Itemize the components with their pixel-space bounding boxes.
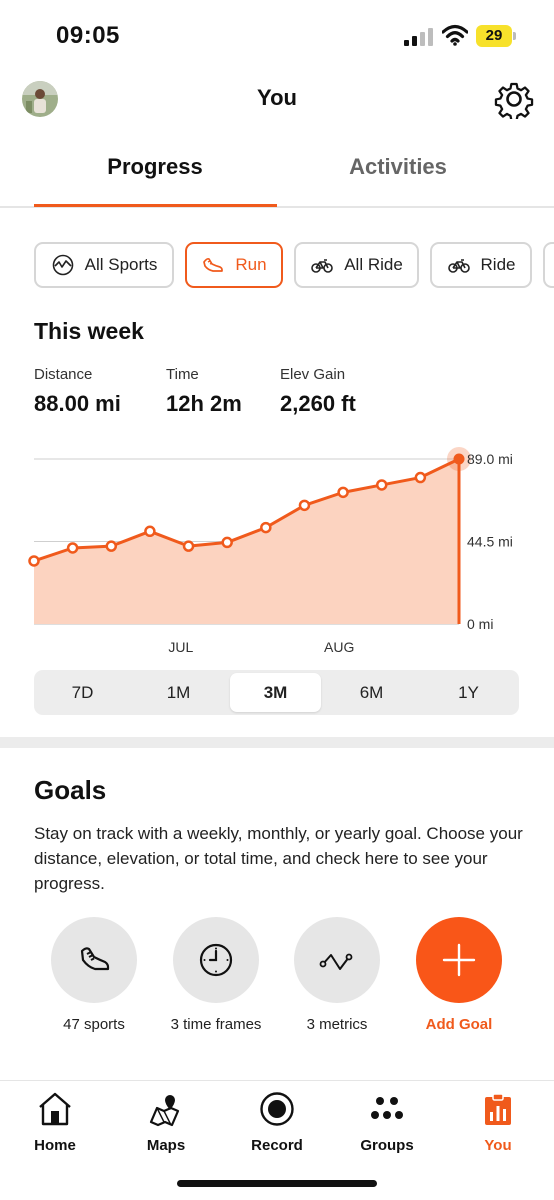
chart-x-tick-label: JUL bbox=[168, 639, 193, 655]
range-1y[interactable]: 1Y bbox=[420, 670, 517, 715]
chart-point bbox=[298, 499, 311, 512]
add-goal-button[interactable]: Add Goal bbox=[404, 917, 514, 1033]
nav-label: Maps bbox=[146, 1137, 186, 1154]
filter-label: All Sports bbox=[84, 255, 158, 274]
tab-activities[interactable]: Activities bbox=[277, 140, 519, 206]
shoe-icon bbox=[80, 947, 110, 971]
chart-y-tick-label: 44.5 mi bbox=[467, 534, 513, 550]
filter-ride[interactable]: Ride bbox=[430, 242, 532, 288]
chart-y-tick-label: 0 mi bbox=[467, 616, 493, 632]
chart-point bbox=[66, 542, 79, 554]
bike-icon bbox=[447, 259, 470, 273]
add-goal-label: Add Goal bbox=[425, 1016, 493, 1033]
section-title-this-week: This week bbox=[34, 318, 144, 344]
map-icon bbox=[149, 1095, 180, 1127]
groups-icon bbox=[371, 1097, 403, 1119]
chart-point bbox=[144, 525, 156, 538]
stat-label: Time bbox=[166, 366, 199, 383]
filter-label: Run bbox=[235, 255, 267, 274]
nav-maps[interactable]: Maps bbox=[121, 1091, 211, 1154]
home-indicator bbox=[177, 1180, 377, 1187]
run-shoe-icon bbox=[203, 257, 224, 272]
clock-icon bbox=[199, 943, 233, 977]
goal-time-frames[interactable]: 3 time frames bbox=[161, 917, 271, 1033]
stat-value: 12h 2m bbox=[166, 391, 242, 416]
goals-description: Stay on track with a weekly, monthly, or… bbox=[34, 824, 523, 893]
all-sports-icon bbox=[52, 254, 73, 276]
sport-filter-row[interactable]: All Sports Run All Ride Ride bbox=[34, 242, 554, 288]
chart-point bbox=[221, 536, 233, 549]
you-icon bbox=[485, 1093, 511, 1125]
battery-tip bbox=[513, 32, 516, 40]
goal-sports-circle[interactable] bbox=[51, 917, 137, 1003]
nav-label: Groups bbox=[360, 1137, 414, 1154]
goal-label: 47 sports bbox=[63, 1016, 125, 1033]
range-7d[interactable]: 7D bbox=[34, 670, 131, 715]
wifi-icon bbox=[442, 24, 468, 46]
active-tab-indicator bbox=[34, 204, 277, 207]
stat-time: Time 12h 2m bbox=[166, 366, 242, 417]
chart-current-point bbox=[453, 453, 465, 465]
chart-x-tick-label: AUG bbox=[324, 639, 354, 655]
chart-point bbox=[28, 555, 40, 567]
stat-distance: Distance 88.00 mi bbox=[34, 366, 121, 417]
range-3m[interactable]: 3M bbox=[230, 673, 321, 712]
nav-label: Record bbox=[251, 1137, 303, 1154]
filter-all-ride[interactable]: All Ride bbox=[294, 242, 419, 288]
filter-label: Ride bbox=[480, 255, 516, 274]
weekly-distance-chart[interactable]: 89.0 mi 44.5 mi 0 mi JUL AUG bbox=[0, 440, 554, 665]
settings-gear-icon[interactable] bbox=[494, 79, 534, 119]
battery-indicator: 29 bbox=[476, 25, 516, 47]
filter-label: All Ride bbox=[344, 255, 403, 274]
battery-level: 29 bbox=[485, 27, 503, 44]
chart-y-tick-label: 89.0 mi bbox=[467, 451, 513, 467]
cellular-signal-icon bbox=[404, 28, 433, 46]
home-icon bbox=[39, 1092, 71, 1126]
stat-value: 2,260 ft bbox=[280, 391, 356, 416]
filter-more-chip[interactable] bbox=[543, 242, 554, 288]
page-title: You bbox=[257, 85, 297, 110]
goals-title: Goals bbox=[34, 775, 107, 805]
range-6m[interactable]: 6M bbox=[323, 670, 420, 715]
tab-progress[interactable]: Progress bbox=[34, 140, 276, 206]
stat-value: 88.00 mi bbox=[34, 391, 121, 416]
goal-label: 3 time frames bbox=[170, 1016, 262, 1033]
filter-all-sports[interactable]: All Sports bbox=[34, 242, 174, 288]
goal-metrics-circle[interactable] bbox=[294, 917, 380, 1003]
section-divider bbox=[0, 737, 554, 748]
add-goal-circle[interactable] bbox=[416, 917, 502, 1003]
bike-icon bbox=[311, 259, 334, 273]
nav-record[interactable]: Record bbox=[232, 1091, 322, 1154]
chart-point bbox=[375, 479, 388, 491]
record-icon bbox=[260, 1092, 294, 1126]
chart-point bbox=[105, 540, 118, 552]
plus-icon bbox=[442, 943, 476, 977]
metrics-icon bbox=[319, 953, 353, 970]
chart-point bbox=[182, 540, 195, 552]
filter-run[interactable]: Run bbox=[185, 242, 283, 288]
tab-bar: Progress Activities bbox=[0, 140, 554, 208]
goal-sports[interactable]: 47 sports bbox=[39, 917, 149, 1033]
status-time: 09:05 bbox=[56, 22, 120, 49]
time-range-selector[interactable]: 7D 1M 3M 6M 1Y bbox=[34, 670, 519, 715]
nav-label: You bbox=[484, 1137, 512, 1154]
stat-elev-gain: Elev Gain 2,260 ft bbox=[280, 366, 356, 417]
status-bar: 09:05 29 bbox=[0, 0, 554, 70]
nav-groups[interactable]: Groups bbox=[342, 1091, 432, 1154]
range-1m[interactable]: 1M bbox=[130, 670, 227, 715]
chart-point bbox=[414, 471, 427, 484]
chart-point bbox=[260, 521, 272, 534]
nav-you[interactable]: You bbox=[453, 1091, 543, 1154]
goal-metrics[interactable]: 3 metrics bbox=[282, 917, 392, 1033]
stat-label: Elev Gain bbox=[280, 366, 346, 383]
chart-point bbox=[337, 486, 349, 499]
stat-label: Distance bbox=[34, 366, 93, 383]
goal-label: 3 metrics bbox=[306, 1016, 368, 1033]
nav-home[interactable]: Home bbox=[10, 1091, 100, 1154]
nav-label: Home bbox=[34, 1137, 76, 1154]
goal-time-frames-circle[interactable] bbox=[173, 917, 259, 1003]
